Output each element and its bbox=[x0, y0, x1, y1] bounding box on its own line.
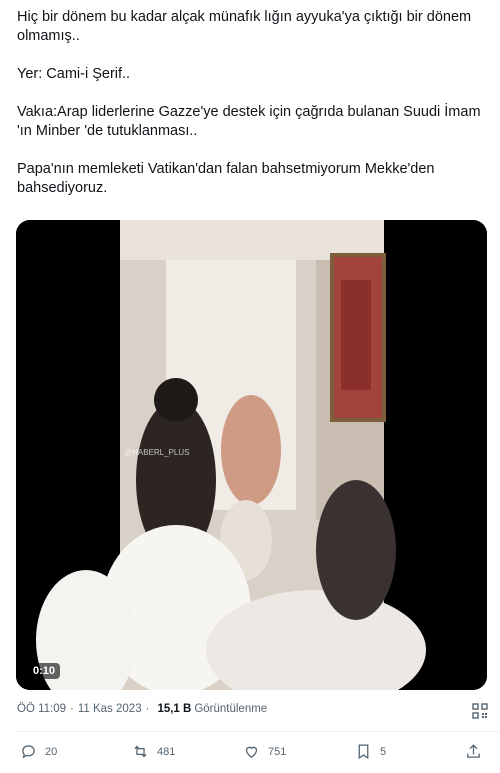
like-count: 751 bbox=[268, 745, 287, 758]
reply-button[interactable]: 20 bbox=[20, 743, 57, 760]
divider bbox=[16, 731, 500, 732]
share-button[interactable] bbox=[465, 743, 482, 760]
like-button[interactable]: 751 bbox=[243, 743, 286, 760]
tweet-line: Hiç bir dönem bu kadar alçak münafık lığ… bbox=[17, 9, 472, 44]
reply-icon bbox=[22, 745, 35, 759]
tweet-meta: ÖÖ 11:09 · 11 Kas 2023 · 15,1 B Görüntül… bbox=[17, 703, 267, 715]
share-icon bbox=[467, 744, 480, 758]
video-watermark: @HABERL_PLUS bbox=[124, 448, 190, 457]
tweet-time[interactable]: ÖÖ 11:09 bbox=[17, 703, 66, 715]
video-player[interactable]: @HABERL_PLUS 0:10 bbox=[16, 220, 487, 690]
action-bar: 20 481 751 5 bbox=[0, 743, 500, 767]
tweet-date[interactable]: 11 Kas 2023 bbox=[78, 703, 142, 715]
tweet-text: Hiç bir dönem bu kadar alçak münafık lığ… bbox=[17, 8, 487, 198]
tweet-line: Yer: Cami-i Şerif.. bbox=[17, 66, 131, 82]
retweet-icon bbox=[134, 745, 147, 758]
views-label: Görüntülenme bbox=[194, 703, 268, 715]
bookmark-count: 5 bbox=[380, 745, 387, 758]
bookmark-button[interactable]: 5 bbox=[355, 743, 386, 760]
separator: · bbox=[145, 703, 150, 715]
bookmark-icon bbox=[358, 744, 369, 760]
video-frame bbox=[16, 220, 487, 690]
views-count: 15,1 B bbox=[157, 703, 192, 715]
retweet-button[interactable]: 481 bbox=[132, 743, 175, 760]
reply-count: 20 bbox=[45, 745, 58, 758]
video-duration: 0:10 bbox=[28, 663, 61, 679]
qr-code-icon[interactable] bbox=[472, 703, 488, 719]
tweet-line: Papa'nın memleketi Vatikan'dan falan bah… bbox=[17, 161, 435, 196]
heart-icon bbox=[245, 746, 258, 758]
separator: · bbox=[70, 703, 74, 715]
retweet-count: 481 bbox=[157, 745, 176, 758]
tweet-line: Vakıa:Arap liderlerine Gazze'ye destek i… bbox=[17, 104, 481, 139]
